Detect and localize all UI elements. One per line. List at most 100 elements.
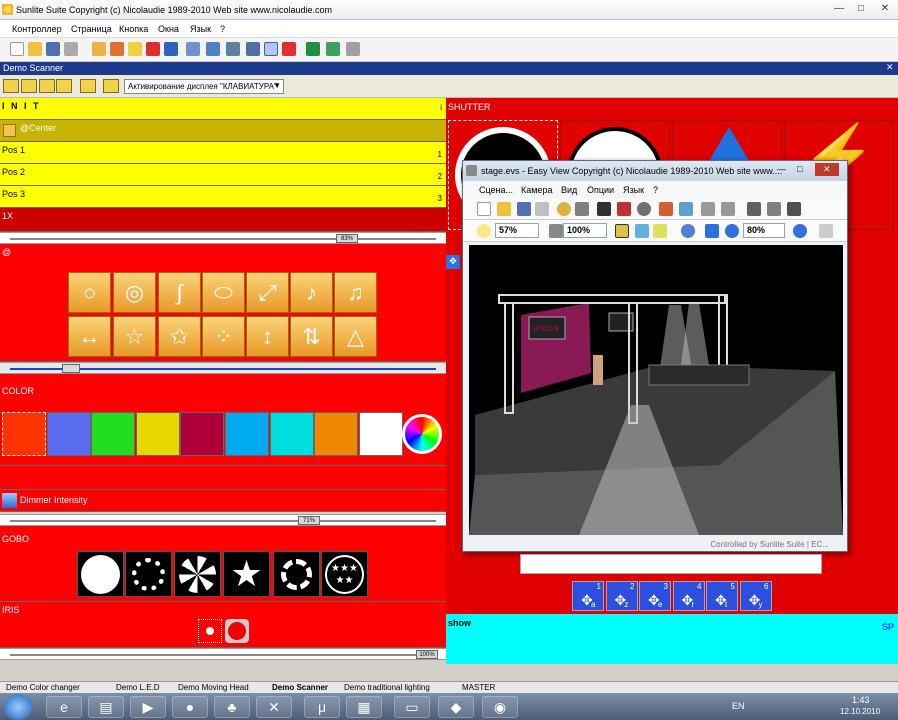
pos3-button[interactable]: Pos 3 3: [0, 186, 446, 208]
ev-cube-icon[interactable]: [659, 202, 673, 216]
ev-zoom-in-icon[interactable]: [681, 224, 695, 238]
display-select[interactable]: Активирование дисплея "КЛАВИАТУРА" ▼: [124, 79, 284, 94]
ev-maximize-button[interactable]: □: [797, 164, 802, 174]
ev-menu-options[interactable]: Опции: [587, 185, 614, 195]
ev-sphere-icon[interactable]: [637, 202, 651, 216]
iris-slider[interactable]: 100%: [0, 648, 446, 660]
table-icon[interactable]: [306, 42, 320, 56]
position-button[interactable]: 3 ✥ e: [639, 581, 671, 611]
circle-effect-icon[interactable]: ○: [68, 272, 111, 313]
tools-icon[interactable]: [346, 42, 360, 56]
pos1-button[interactable]: Pos 1 1: [0, 142, 446, 164]
double-circle-effect-icon[interactable]: ◎: [113, 272, 156, 313]
open-icon[interactable]: [28, 42, 42, 56]
tab-master[interactable]: MASTER: [462, 683, 495, 692]
ev-menu-camera[interactable]: Камера: [521, 185, 552, 195]
sound-effect-icon[interactable]: ♫: [334, 272, 377, 313]
ev-spot-icon[interactable]: [615, 224, 629, 238]
tab-demo-scanner[interactable]: Demo Scanner: [272, 683, 328, 692]
ev-dmx-icon[interactable]: [617, 202, 631, 216]
position-button[interactable]: 4 ✥ r: [672, 581, 705, 611]
move-icon[interactable]: ✥: [446, 255, 460, 269]
effect-slider[interactable]: [0, 362, 446, 374]
color-swatch[interactable]: [269, 412, 314, 456]
tab-demo-moving-head[interactable]: Demo Moving Head: [178, 683, 249, 692]
monitor-icon[interactable]: [226, 42, 240, 56]
screen-icon[interactable]: [246, 42, 260, 56]
color-swatch[interactable]: [46, 412, 91, 456]
delete-icon[interactable]: [146, 42, 160, 56]
iris-pulse-icon[interactable]: [225, 619, 249, 643]
language-indicator[interactable]: EN: [732, 701, 745, 711]
ev-ray-icon[interactable]: [635, 224, 649, 238]
ev-pointer-icon[interactable]: [819, 224, 833, 238]
ev-minimize-button[interactable]: —: [777, 164, 786, 174]
ev-save-icon[interactable]: [517, 202, 531, 216]
grid-icon[interactable]: [186, 42, 200, 56]
color-swatch[interactable]: [180, 412, 225, 456]
ev-beam-icon[interactable]: [549, 224, 563, 238]
menu-windows[interactable]: Окна: [158, 24, 179, 34]
ev-settings-icon[interactable]: [747, 202, 761, 216]
ev-zoom-select-2[interactable]: 100%: [563, 223, 607, 238]
iris-close-icon[interactable]: [198, 619, 222, 643]
gobo-ring-icon[interactable]: [273, 551, 320, 597]
app-green-icon[interactable]: ♣: [214, 696, 250, 718]
media-player-icon[interactable]: ▶: [130, 696, 166, 718]
view-icon[interactable]: [264, 42, 278, 56]
music-icon[interactable]: [326, 42, 340, 56]
ev-fixture-icon[interactable]: [597, 202, 611, 216]
ev-zoom-select-3[interactable]: 80%: [743, 223, 785, 238]
dimmer-slider[interactable]: 71%: [0, 514, 446, 526]
edit-icon[interactable]: [128, 42, 142, 56]
ev-render-icon[interactable]: [787, 202, 801, 216]
clock-time[interactable]: 1:43: [852, 695, 870, 705]
position-button[interactable]: 2 ✥ z: [605, 581, 638, 611]
app-disc-icon[interactable]: ◉: [482, 696, 518, 718]
window-icon[interactable]: [206, 42, 220, 56]
color-swatch[interactable]: [91, 412, 136, 456]
center-button[interactable]: @Center: [0, 120, 446, 142]
app-monitor-icon[interactable]: ▭: [394, 696, 430, 718]
triangle-effect-icon[interactable]: △: [334, 316, 377, 357]
ev-record-icon[interactable]: [767, 202, 781, 216]
show-panel[interactable]: show SP: [446, 614, 898, 664]
ev-pencil-icon[interactable]: [653, 224, 667, 238]
vertical-effect-icon[interactable]: ↕: [246, 316, 289, 357]
ev-camera-icon[interactable]: [575, 202, 589, 216]
star2-effect-icon[interactable]: ✩: [158, 316, 201, 357]
double-vertical-effect-icon[interactable]: ⇅: [290, 316, 333, 357]
diagonal-effect-icon[interactable]: ⤢: [246, 272, 289, 313]
ev-open-icon[interactable]: [497, 202, 511, 216]
position-button[interactable]: 5 ✥ t: [706, 581, 738, 611]
list-view-icon[interactable]: [21, 79, 37, 93]
horizontal-effect-icon[interactable]: ↔: [68, 316, 111, 357]
curve-effect-icon[interactable]: ∫: [158, 272, 201, 313]
grid-view-icon[interactable]: [3, 79, 19, 93]
ev-target-icon[interactable]: [793, 224, 807, 238]
effect-slider-thumb[interactable]: [62, 364, 80, 373]
ev-new-icon[interactable]: [477, 202, 491, 216]
ie-icon[interactable]: e: [46, 696, 82, 718]
iris-slider-thumb[interactable]: 100%: [416, 650, 438, 659]
gobo-bigstar-icon[interactable]: ★: [223, 551, 270, 597]
columns-icon[interactable]: [39, 79, 55, 93]
tab-demo-traditional[interactable]: Demo traditional lighting: [344, 683, 430, 692]
menu-button[interactable]: Кнопка: [119, 24, 148, 34]
random-effect-icon[interactable]: ⁘: [202, 316, 245, 357]
stage-3d-view[interactable]: SCREEN: [469, 245, 843, 535]
ev-zoom-out-icon[interactable]: [725, 224, 739, 238]
close-button[interactable]: ✕: [874, 2, 896, 17]
ev-redo-icon[interactable]: [721, 202, 735, 216]
ev-select-icon[interactable]: [535, 202, 549, 216]
pos2-button[interactable]: Pos 2 2: [0, 164, 446, 186]
menu-page[interactable]: Страница: [71, 24, 112, 34]
ev-close-button[interactable]: ✕: [815, 163, 839, 176]
ev-menu-view[interactable]: Вид: [561, 185, 577, 195]
ev-zoom-select-1[interactable]: 57%: [495, 223, 539, 238]
gobo-stars-icon[interactable]: ★★★ ★★: [321, 551, 368, 597]
save-icon[interactable]: [46, 42, 60, 56]
new-icon[interactable]: [10, 42, 24, 56]
app-xp-icon[interactable]: ✕: [256, 696, 292, 718]
ev-menu-scene[interactable]: Сцена...: [479, 185, 513, 195]
